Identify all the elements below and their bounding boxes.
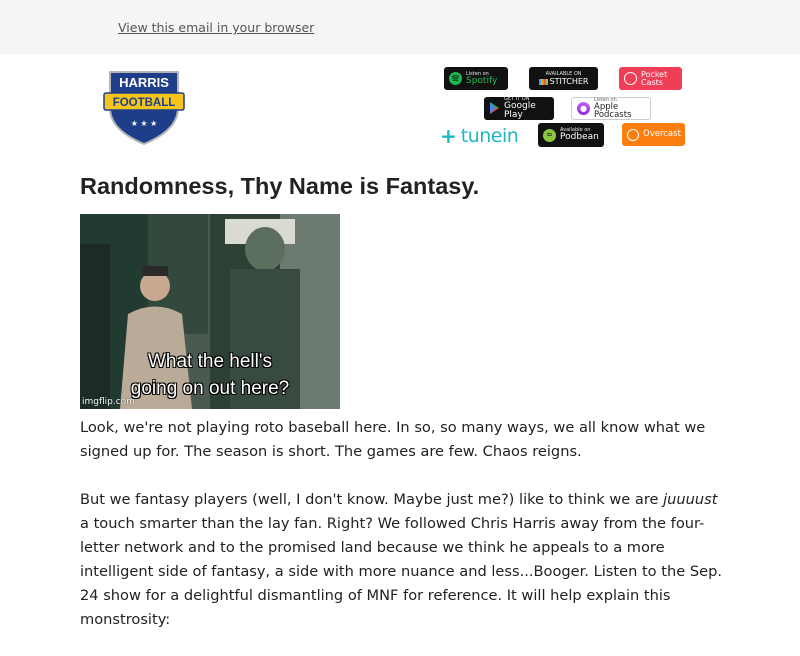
tunein-icon: + bbox=[440, 124, 457, 148]
pocketcasts-text-line2: Casts bbox=[641, 77, 663, 87]
google-play-icon bbox=[489, 101, 500, 117]
apple-podcasts-icon: ● bbox=[577, 102, 590, 115]
stitcher-small-text: AVAILABLE ON bbox=[545, 70, 582, 77]
article-gif: What the hell's going on out here? imgfl… bbox=[80, 214, 340, 409]
spotify-icon bbox=[449, 72, 462, 85]
logo-stars: ★ ★ ★ bbox=[131, 119, 158, 128]
podbean-large-text: Podbean bbox=[560, 132, 599, 142]
podcast-badges: Listen on Spotify AVAILABLE ON STITCHER P… bbox=[440, 66, 700, 156]
pocketcasts-badge[interactable]: Pocket Casts bbox=[619, 67, 682, 90]
overcast-icon bbox=[627, 128, 639, 141]
podbean-icon: ≈ bbox=[543, 128, 556, 142]
overcast-text: Overcast bbox=[643, 129, 681, 140]
stitcher-badge[interactable]: AVAILABLE ON STITCHER bbox=[529, 67, 598, 90]
article-title: Randomness, Thy Name is Fantasy. bbox=[80, 173, 480, 199]
tunein-text: tunein bbox=[460, 124, 519, 147]
spotify-badge[interactable]: Listen on Spotify bbox=[444, 67, 508, 90]
top-bar: View this email in your browser bbox=[0, 0, 800, 54]
stitcher-large-text: STITCHER bbox=[549, 76, 589, 86]
pocketcasts-icon bbox=[624, 72, 637, 85]
paragraph-2-end: a touch smarter than the lay fan. Right?… bbox=[80, 515, 722, 628]
tunein-badge[interactable]: + tunein bbox=[440, 123, 524, 149]
article-body: Look, we're not playing roto baseball he… bbox=[80, 416, 730, 656]
google-play-small-text: GET IT ON bbox=[504, 96, 530, 102]
gif-caption-line1: What the hell's bbox=[147, 351, 273, 372]
stitcher-icon bbox=[538, 78, 548, 85]
google-play-large-text: Google Play bbox=[504, 101, 536, 120]
apple-podcasts-small-text: Listen on bbox=[594, 96, 617, 103]
gif-watermark: imgflip.com bbox=[82, 397, 135, 407]
view-in-browser-link[interactable]: View this email in your browser bbox=[118, 20, 314, 35]
apple-podcasts-badge[interactable]: ● Listen on Apple Podcasts bbox=[571, 97, 651, 120]
logo-text-football: FOOTBALL bbox=[113, 97, 176, 109]
spotify-large-text: Spotify bbox=[466, 75, 498, 86]
harris-football-logo[interactable]: HARRIS FOOTBALL ★ ★ ★ bbox=[102, 66, 186, 146]
apple-podcasts-large-text: Apple Podcasts bbox=[594, 101, 632, 120]
podbean-small-text: Available on bbox=[560, 127, 591, 133]
paragraph-2: But we fantasy players (well, I don't kn… bbox=[80, 488, 730, 632]
paragraph-2-start: But we fantasy players (well, I don't kn… bbox=[80, 491, 664, 508]
logo-text-harris: HARRIS bbox=[119, 75, 169, 90]
paragraph-2-emphasis: juuuust bbox=[663, 491, 718, 508]
podbean-badge[interactable]: ≈ Available on Podbean bbox=[538, 123, 604, 147]
google-play-badge[interactable]: GET IT ON Google Play bbox=[484, 97, 554, 120]
paragraph-1: Look, we're not playing roto baseball he… bbox=[80, 419, 706, 460]
overcast-badge[interactable]: Overcast bbox=[622, 123, 685, 146]
spotify-small-text: Listen on bbox=[466, 70, 489, 77]
